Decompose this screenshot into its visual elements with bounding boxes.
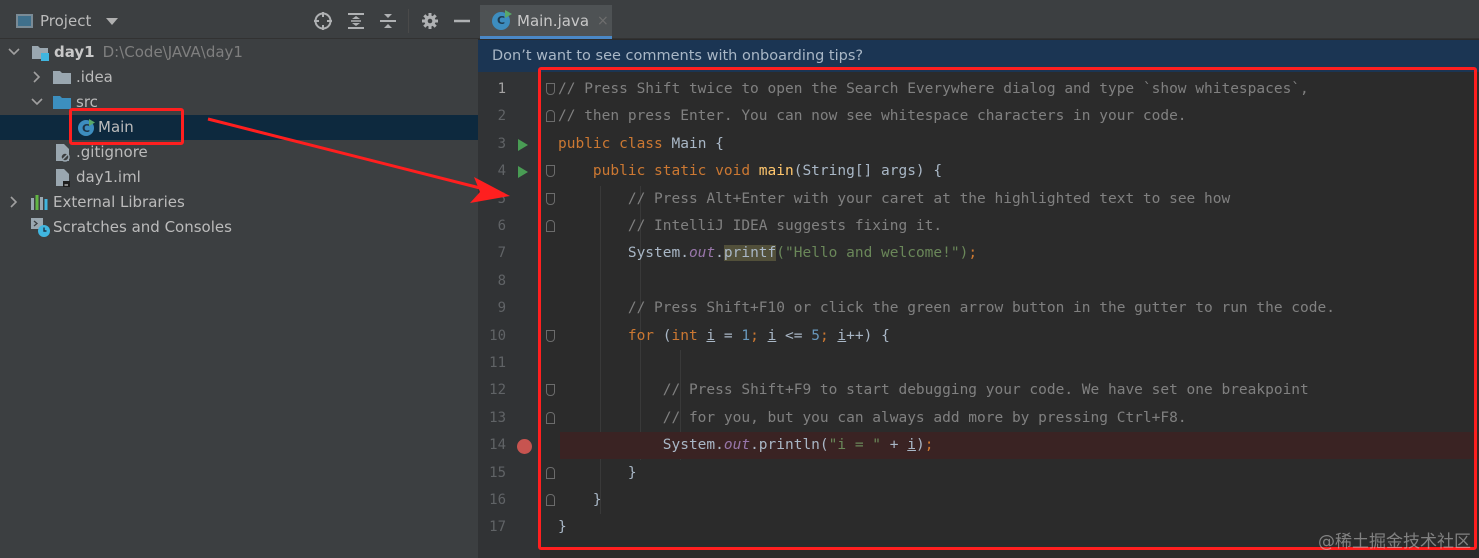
module-folder-icon [31, 44, 49, 61]
chevron-down-icon[interactable] [106, 17, 119, 25]
tree-item-idea[interactable]: .idea [0, 65, 478, 90]
tab-label: Main.java [517, 11, 590, 30]
header-separator [408, 9, 409, 33]
line-number[interactable]: 10 [478, 328, 506, 344]
tree-item-external-libraries[interactable]: External Libraries [0, 190, 478, 215]
project-panel-title: Project [40, 12, 92, 30]
tree-item-label: day1 [54, 43, 95, 61]
line-number[interactable]: 1 [478, 81, 506, 97]
hide-icon[interactable] [451, 10, 473, 32]
source-folder-icon [53, 94, 71, 111]
line-number[interactable]: 8 [478, 273, 506, 289]
collapse-all-icon[interactable] [377, 10, 399, 32]
line-number[interactable]: 12 [478, 382, 506, 398]
line-number[interactable]: 14 [478, 437, 506, 453]
tree-item-label: .idea [76, 68, 113, 86]
line-number[interactable]: 3 [478, 136, 506, 152]
onboarding-tips-link[interactable]: Don’t want to see comments with onboardi… [492, 48, 863, 64]
highlight-box-main-file [69, 108, 184, 145]
chevron-down-icon[interactable] [31, 96, 43, 108]
chevron-right-icon[interactable] [31, 71, 43, 83]
run-icon[interactable] [518, 166, 528, 179]
libraries-icon [31, 194, 49, 211]
breakpoint-icon[interactable] [517, 439, 532, 455]
chevron-right-icon[interactable] [8, 196, 20, 208]
tree-item-label: External Libraries [53, 193, 185, 211]
java-class-icon: C [492, 9, 512, 30]
expand-all-icon[interactable] [345, 10, 367, 32]
close-icon[interactable]: × [597, 13, 609, 29]
tree-item-path: D:\Code\JAVA\day1 [102, 43, 243, 61]
line-number[interactable]: 17 [478, 519, 506, 535]
line-number[interactable]: 2 [478, 108, 506, 124]
editor-tab-bar: C Main.java × [478, 0, 1479, 39]
line-number[interactable]: 13 [478, 410, 506, 426]
project-window-icon [16, 14, 33, 28]
watermark: @稀土掘金技术社区 [1318, 532, 1471, 552]
tree-item-day1-iml[interactable]: day1.iml [0, 165, 478, 190]
line-number[interactable]: 5 [478, 191, 506, 207]
tree-item-label: day1.iml [76, 168, 141, 186]
line-number[interactable]: 4 [478, 163, 506, 179]
ignored-file-icon [55, 144, 73, 162]
run-icon[interactable] [518, 138, 528, 151]
locate-icon[interactable] [312, 10, 334, 32]
tree-item-scratches[interactable]: Scratches and Consoles [0, 215, 478, 240]
tree-item-day1[interactable]: day1 D:\Code\JAVA\day1 [0, 40, 478, 65]
tree-item-label: Scratches and Consoles [53, 218, 232, 236]
line-number[interactable]: 16 [478, 492, 506, 508]
folder-icon [53, 69, 71, 86]
line-number[interactable]: 15 [478, 465, 506, 481]
project-panel: Project day1 D:\Code\JAVA\day1 .idea src… [0, 0, 478, 558]
chevron-down-icon[interactable] [8, 46, 20, 58]
tab-main-java[interactable]: C Main.java × [480, 5, 612, 39]
gear-icon[interactable] [419, 10, 441, 32]
project-view-selector[interactable]: Project [16, 11, 119, 31]
project-panel-header: Project [0, 0, 478, 39]
line-number[interactable]: 7 [478, 245, 506, 261]
scratches-icon [31, 218, 50, 237]
line-number[interactable]: 9 [478, 300, 506, 316]
iml-file-icon [55, 169, 73, 187]
line-number[interactable]: 6 [478, 218, 506, 234]
editor-gutter[interactable]: 1 2 3 4 5 6 7 8 9 10 11 12 13 14 15 16 17 [478, 72, 540, 558]
highlight-box-code [538, 67, 1477, 550]
line-number[interactable]: 11 [478, 355, 506, 371]
tree-item-label: .gitignore [76, 143, 148, 161]
